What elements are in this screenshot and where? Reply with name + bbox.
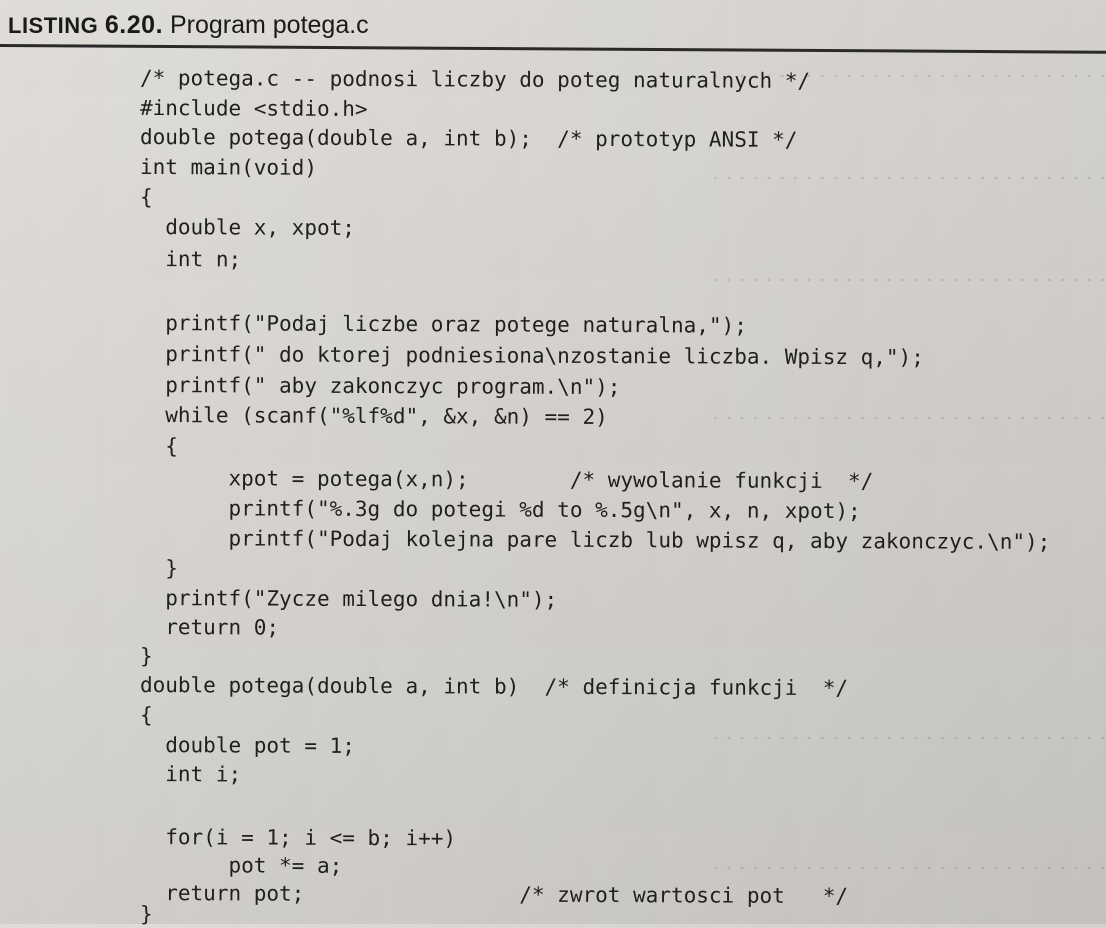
code-line: printf("Podaj liczbe oraz potege natural…: [140, 309, 747, 340]
code-line: double x, xpot;: [140, 213, 355, 242]
code-line: printf(" aby zakonczyc program.\n");: [140, 371, 621, 401]
listing-header: LISTING 6.20. Program potega.c: [8, 10, 369, 41]
listing-title: Program potega.c: [170, 11, 369, 39]
code-line: return pot; /* zwrot wartosci pot */: [140, 879, 848, 910]
code-line: double potega(double a, int b) /* defini…: [140, 671, 848, 702]
code-line: pot *= a;: [140, 851, 342, 880]
code-line: int main(void): [140, 153, 317, 182]
code-line: printf("Podaj kolejna pare liczb lub wpi…: [140, 524, 1050, 556]
code-line: }: [140, 642, 153, 670]
code-line: while (scanf("%lf%d", &x, &n) == 2): [140, 401, 608, 431]
code-line: printf("%.3g do potegi %d to %.5g\n", x,…: [140, 494, 861, 525]
code-listing: /* potega.c -- podnosi liczby do poteg n…: [140, 64, 1100, 924]
code-line: {: [140, 701, 153, 729]
code-line: printf(" do ktorej podniesiona\nzostanie…: [140, 340, 924, 371]
code-line: int i;: [140, 760, 241, 788]
listing-label: LISTING 6.20.: [8, 13, 163, 38]
code-line: double potega(double a, int b); /* proto…: [140, 123, 798, 154]
header-rule: [0, 44, 1106, 54]
code-line: {: [140, 432, 178, 460]
code-line: return 0;: [140, 613, 279, 642]
code-line: double pot = 1;: [140, 731, 355, 760]
code-line: #include <stdio.h>: [140, 94, 368, 123]
code-line: for(i = 1; i <= b; i++): [140, 823, 456, 852]
code-line: printf("Zycze milego dnia!\n");: [140, 584, 557, 614]
code-line: /* potega.c -- podnosi liczby do poteg n…: [140, 64, 810, 95]
code-line: {: [140, 183, 153, 211]
code-line: }: [140, 554, 178, 582]
code-line: int n;: [140, 245, 241, 273]
code-line: xpot = potega(x,n); /* wywolanie funkcji…: [140, 464, 873, 495]
